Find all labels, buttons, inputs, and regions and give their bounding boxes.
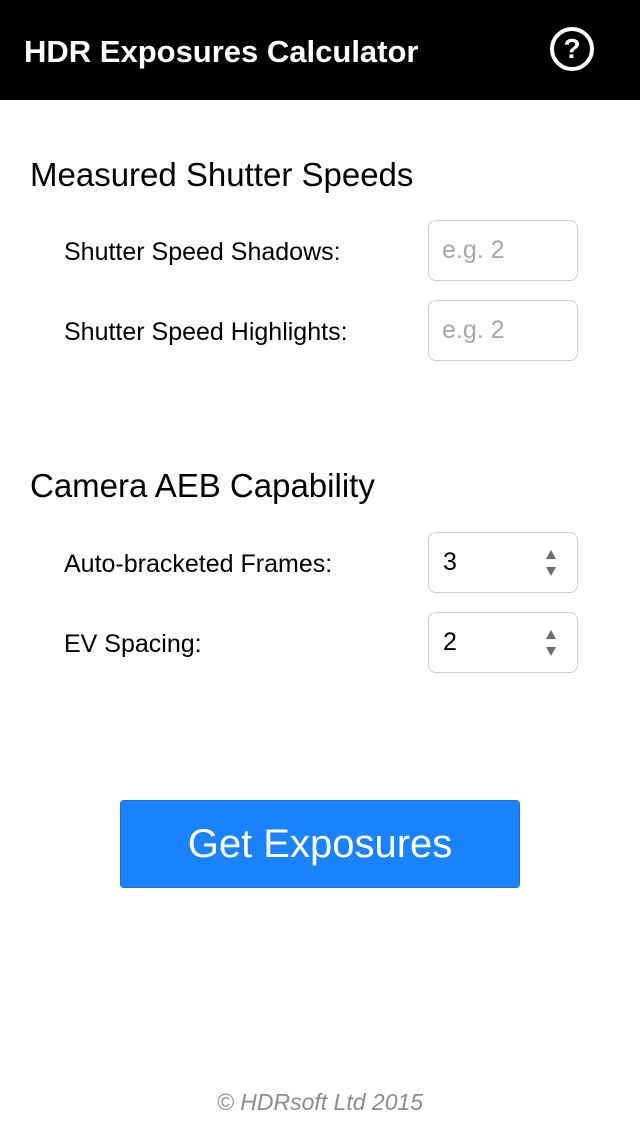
ev-spacing-value: 2	[443, 628, 457, 656]
frames-stepper[interactable]: 3	[428, 532, 578, 593]
frames-value: 3	[443, 548, 457, 576]
shadows-field[interactable]	[428, 220, 578, 281]
arrow-down-icon[interactable]	[546, 647, 556, 656]
arrow-up-icon[interactable]	[546, 630, 556, 639]
arrow-up-icon[interactable]	[546, 550, 556, 559]
copyright-footer: © HDRsoft Ltd 2015	[216, 1089, 424, 1115]
frames-label: Auto-bracketed Frames:	[64, 550, 333, 578]
aeb-section-title: Camera AEB Capability	[30, 467, 375, 504]
ev-spacing-stepper[interactable]: 2	[428, 612, 578, 673]
highlights-label: Shutter Speed Highlights:	[64, 318, 348, 346]
app-header: HDR Exposures Calculator ?	[0, 0, 640, 100]
help-icon[interactable]: ?	[550, 27, 594, 71]
measured-section-title: Measured Shutter Speeds	[30, 156, 414, 193]
app-title: HDR Exposures Calculator	[24, 34, 419, 69]
ev-spacing-label: EV Spacing:	[64, 630, 202, 658]
highlights-field[interactable]	[428, 300, 578, 361]
spinner-arrows-icon[interactable]	[545, 628, 559, 658]
spinner-arrows-icon[interactable]	[545, 548, 559, 578]
shadows-input[interactable]	[442, 221, 572, 280]
highlights-input[interactable]	[442, 301, 572, 360]
shadows-label: Shutter Speed Shadows:	[64, 238, 341, 266]
arrow-down-icon[interactable]	[546, 567, 556, 576]
get-exposures-button[interactable]: Get Exposures	[120, 800, 520, 888]
